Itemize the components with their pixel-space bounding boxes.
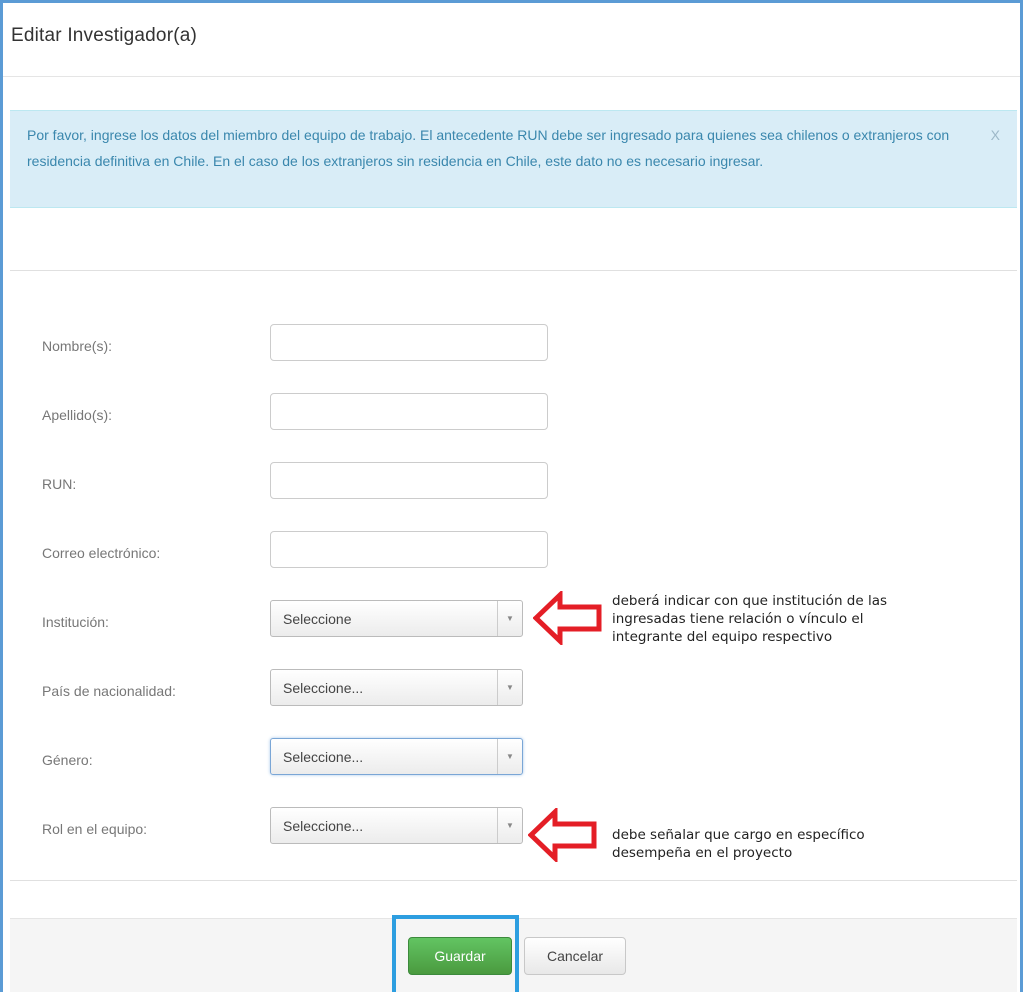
correo-input[interactable] [270, 531, 548, 568]
run-input[interactable] [270, 462, 548, 499]
institucion-callout-text: deberá indicar con que institución de la… [612, 592, 887, 646]
callout-line: integrante del equipo respectivo [612, 629, 833, 645]
genero-select[interactable]: Seleccione... ▼ [270, 738, 523, 775]
alert-close-button[interactable]: X [991, 122, 1000, 148]
institucion-label: Institución: [42, 614, 109, 630]
form-divider-bottom [10, 880, 1017, 881]
institucion-select-value: Seleccione [283, 611, 352, 627]
callout-line: desempeña en el proyecto [612, 845, 793, 861]
callout-line: ingresadas tiene relación o vínculo el [612, 611, 864, 627]
modal-header: Editar Investigador(a) [3, 3, 1020, 77]
left-arrow-icon [533, 591, 602, 645]
rol-select-value: Seleccione... [283, 818, 364, 834]
correo-label: Correo electrónico: [42, 545, 161, 561]
apellido-label: Apellido(s): [42, 407, 113, 423]
alert-text: Por favor, ingrese los datos del miembro… [27, 127, 950, 169]
left-arrow-icon [528, 808, 597, 862]
nombre-input[interactable] [270, 324, 548, 361]
rol-select[interactable]: Seleccione... ▼ [270, 807, 523, 844]
save-highlight-box [392, 915, 519, 992]
pais-label: País de nacionalidad: [42, 683, 176, 699]
modal-title: Editar Investigador(a) [11, 25, 198, 46]
dropdown-arrow-icon: ▼ [497, 808, 522, 843]
nombre-label: Nombre(s): [42, 338, 113, 354]
dropdown-arrow-icon: ▼ [497, 601, 522, 636]
genero-select-value: Seleccione... [283, 749, 364, 765]
cancel-button[interactable]: Cancelar [524, 937, 626, 975]
dropdown-arrow-icon: ▼ [497, 739, 522, 774]
rol-label: Rol en el equipo: [42, 821, 148, 837]
info-alert: Por favor, ingrese los datos del miembro… [10, 110, 1017, 208]
pais-select[interactable]: Seleccione... ▼ [270, 669, 523, 706]
genero-label: Género: [42, 752, 93, 768]
form-divider-top [10, 270, 1017, 271]
rol-callout-text: debe señalar que cargo en específico des… [612, 826, 865, 862]
apellido-input[interactable] [270, 393, 548, 430]
institucion-select[interactable]: Seleccione ▼ [270, 600, 523, 637]
callout-line: debe señalar que cargo en específico [612, 827, 865, 843]
dropdown-arrow-icon: ▼ [497, 670, 522, 705]
run-label: RUN: [42, 476, 77, 492]
pais-select-value: Seleccione... [283, 680, 364, 696]
callout-line: deberá indicar con que institución de la… [612, 593, 888, 609]
